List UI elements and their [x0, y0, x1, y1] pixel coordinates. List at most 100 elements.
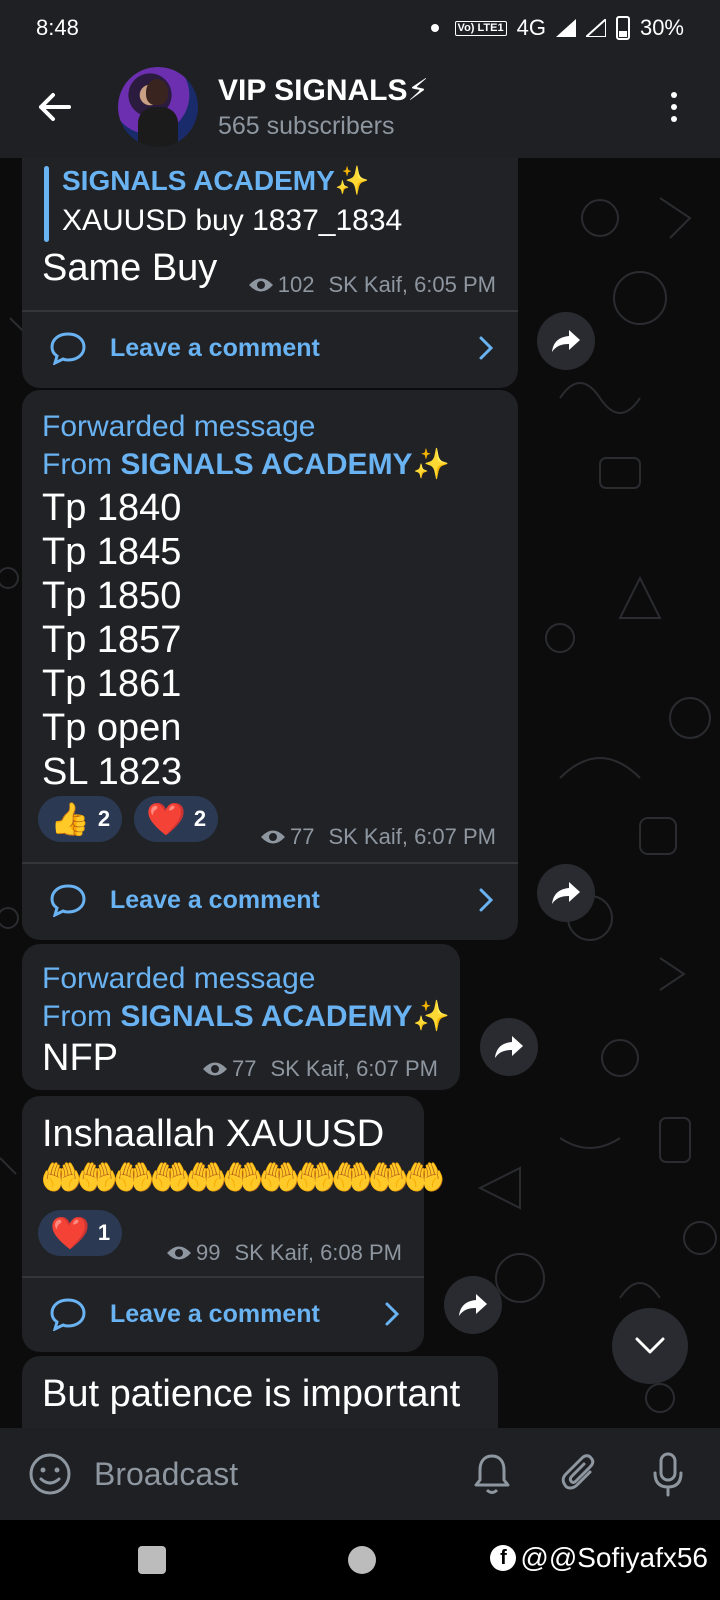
message-meta: 77 SK Kaif, 6:07 PM [260, 824, 496, 850]
comment-icon [50, 884, 86, 917]
reaction-count: 1 [97, 1220, 111, 1245]
message-line: Tp 1840 [42, 487, 182, 529]
message-line: SL 1823 [42, 751, 183, 793]
message-bubble[interactable]: Forwarded message From SIGNALS ACADEMY✨ … [22, 944, 460, 1090]
view-count: 77 [289, 824, 315, 849]
view-count: 99 [195, 1240, 221, 1265]
eye-icon [202, 1062, 227, 1076]
message-meta: 99 SK Kaif, 6:08 PM [166, 1240, 402, 1266]
message-meta: 102 SK Kaif, 6:05 PM [248, 272, 496, 298]
reply-author[interactable]: SIGNALS ACADEMY✨ [62, 164, 370, 197]
author-time: SK Kaif, 6:07 PM [270, 1056, 438, 1081]
eye-icon [166, 1246, 191, 1260]
system-nav-bar: f @@Sofiyafx56 [0, 1520, 720, 1600]
comment-label: Leave a comment [110, 333, 320, 362]
status-time: 8:48 [36, 15, 79, 40]
reaction-thumbs-up[interactable]: 👍 2 [38, 796, 123, 842]
message-lines: Tp 1840 Tp 1845 Tp 1850 Tp 1857 Tp 1861 … [42, 486, 182, 794]
scroll-down-button[interactable] [612, 1308, 688, 1384]
forwarded-from[interactable]: From SIGNALS ACADEMY✨ [42, 446, 450, 484]
from-name[interactable]: SIGNALS ACADEMY✨ [120, 448, 450, 481]
back-button[interactable] [30, 83, 78, 131]
broadcast-input[interactable]: Broadcast [94, 1456, 468, 1493]
emoji-button[interactable] [26, 1450, 74, 1498]
share-button[interactable] [537, 312, 595, 370]
volte-badge: Vo) LTE1 [454, 20, 507, 36]
leave-comment-button[interactable]: Leave a comment [22, 1278, 424, 1350]
subscriber-count: 565 subscribers [218, 112, 395, 140]
eye-icon [260, 830, 285, 844]
message-line: Tp 1850 [42, 575, 182, 617]
chevron-right-icon [479, 888, 494, 912]
message-line: Tp 1861 [42, 663, 182, 705]
share-icon [459, 1294, 487, 1316]
voice-record-button[interactable] [644, 1450, 692, 1498]
comment-label: Leave a comment [110, 1299, 320, 1328]
signal-icon [555, 19, 576, 37]
attach-button[interactable] [556, 1450, 604, 1498]
back-arrow-icon [39, 93, 71, 121]
more-vert-icon [671, 92, 677, 98]
message-text: NFP [42, 1037, 118, 1079]
watermark: f @@Sofiyafx56 [490, 1542, 708, 1574]
signal-icon [585, 19, 606, 37]
share-button[interactable] [537, 864, 595, 922]
more-options-button[interactable] [654, 83, 694, 131]
comment-label: Leave a comment [110, 885, 320, 914]
reaction-heart[interactable]: ❤️ 2 [134, 796, 219, 842]
watermark-text: @@Sofiyafx56 [520, 1542, 708, 1573]
mute-toggle-button[interactable] [468, 1450, 516, 1498]
reply-text[interactable]: XAUUSD buy 1837_1834 [62, 204, 402, 238]
attach-icon [561, 1454, 595, 1490]
thumbs-up-icon: 👍 [50, 801, 90, 837]
status-icons: Vo) LTE1 4G 30% [430, 15, 684, 41]
leave-comment-button[interactable]: Leave a comment [22, 312, 518, 384]
message-input-bar: Broadcast [0, 1428, 720, 1520]
reaction-heart[interactable]: ❤️ 1 [38, 1210, 123, 1256]
message-line: Tp 1857 [42, 619, 182, 661]
chevron-right-icon [385, 1302, 400, 1326]
author-time: SK Kaif, 6:05 PM [328, 272, 496, 297]
leave-comment-button[interactable]: Leave a comment [22, 864, 518, 936]
channel-header: VIP SIGNALS⚡ 565 subscribers [0, 56, 720, 158]
share-icon [552, 882, 580, 904]
mic-icon [653, 1452, 683, 1497]
channel-avatar[interactable] [118, 67, 198, 147]
from-name[interactable]: SIGNALS ACADEMY✨ [120, 1000, 450, 1033]
home-button[interactable] [348, 1546, 376, 1574]
eye-icon [248, 278, 273, 292]
message-bubble[interactable]: Inshaallah XAUUSD 🤲🤲🤲🤲🤲🤲🤲🤲🤲🤲🤲 ❤️ 1 99 SK… [22, 1096, 446, 1352]
view-count: 102 [277, 272, 315, 297]
chevron-right-icon [479, 336, 494, 360]
reaction-count: 2 [97, 806, 111, 831]
share-button[interactable] [480, 1018, 538, 1076]
comment-icon [50, 1298, 86, 1331]
forwarded-label: Forwarded message [42, 410, 316, 443]
comment-icon [50, 332, 86, 365]
author-time: SK Kaif, 6:08 PM [234, 1240, 402, 1265]
reaction-count: 2 [193, 806, 207, 831]
author-time: SK Kaif, 6:07 PM [328, 824, 496, 849]
chat-area[interactable]: SIGNALS ACADEMY✨ XAUUSD buy 1837_1834 Sa… [0, 158, 720, 1428]
message-line: Tp open [42, 707, 182, 749]
share-button[interactable] [444, 1276, 502, 1334]
forwarded-label: Forwarded message [42, 962, 316, 995]
network-type: 4G [516, 15, 546, 40]
view-count: 77 [231, 1056, 257, 1081]
message-text: Inshaallah XAUUSD [42, 1113, 385, 1155]
emoji-icon [29, 1453, 71, 1495]
message-emoji-line: 🤲🤲🤲🤲🤲🤲🤲🤲🤲🤲🤲 [40, 1159, 446, 1197]
message-bubble[interactable]: Forwarded message From SIGNALS ACADEMY✨ … [22, 390, 518, 940]
share-icon [552, 330, 580, 352]
forwarded-from[interactable]: From SIGNALS ACADEMY✨ [42, 998, 450, 1036]
chevron-down-icon [635, 1337, 665, 1354]
message-bubble[interactable]: SIGNALS ACADEMY✨ XAUUSD buy 1837_1834 Sa… [22, 158, 518, 388]
channel-info[interactable]: VIP SIGNALS⚡ 565 subscribers [218, 73, 654, 141]
message-meta: 77 SK Kaif, 6:07 PM [202, 1056, 438, 1082]
message-text: Same Buy [42, 247, 218, 289]
message-bubble[interactable]: But patience is important [22, 1356, 498, 1428]
facebook-icon: f [490, 1545, 517, 1571]
recents-button[interactable] [138, 1546, 166, 1574]
battery-icon [615, 16, 630, 40]
message-line: Tp 1845 [42, 531, 182, 573]
